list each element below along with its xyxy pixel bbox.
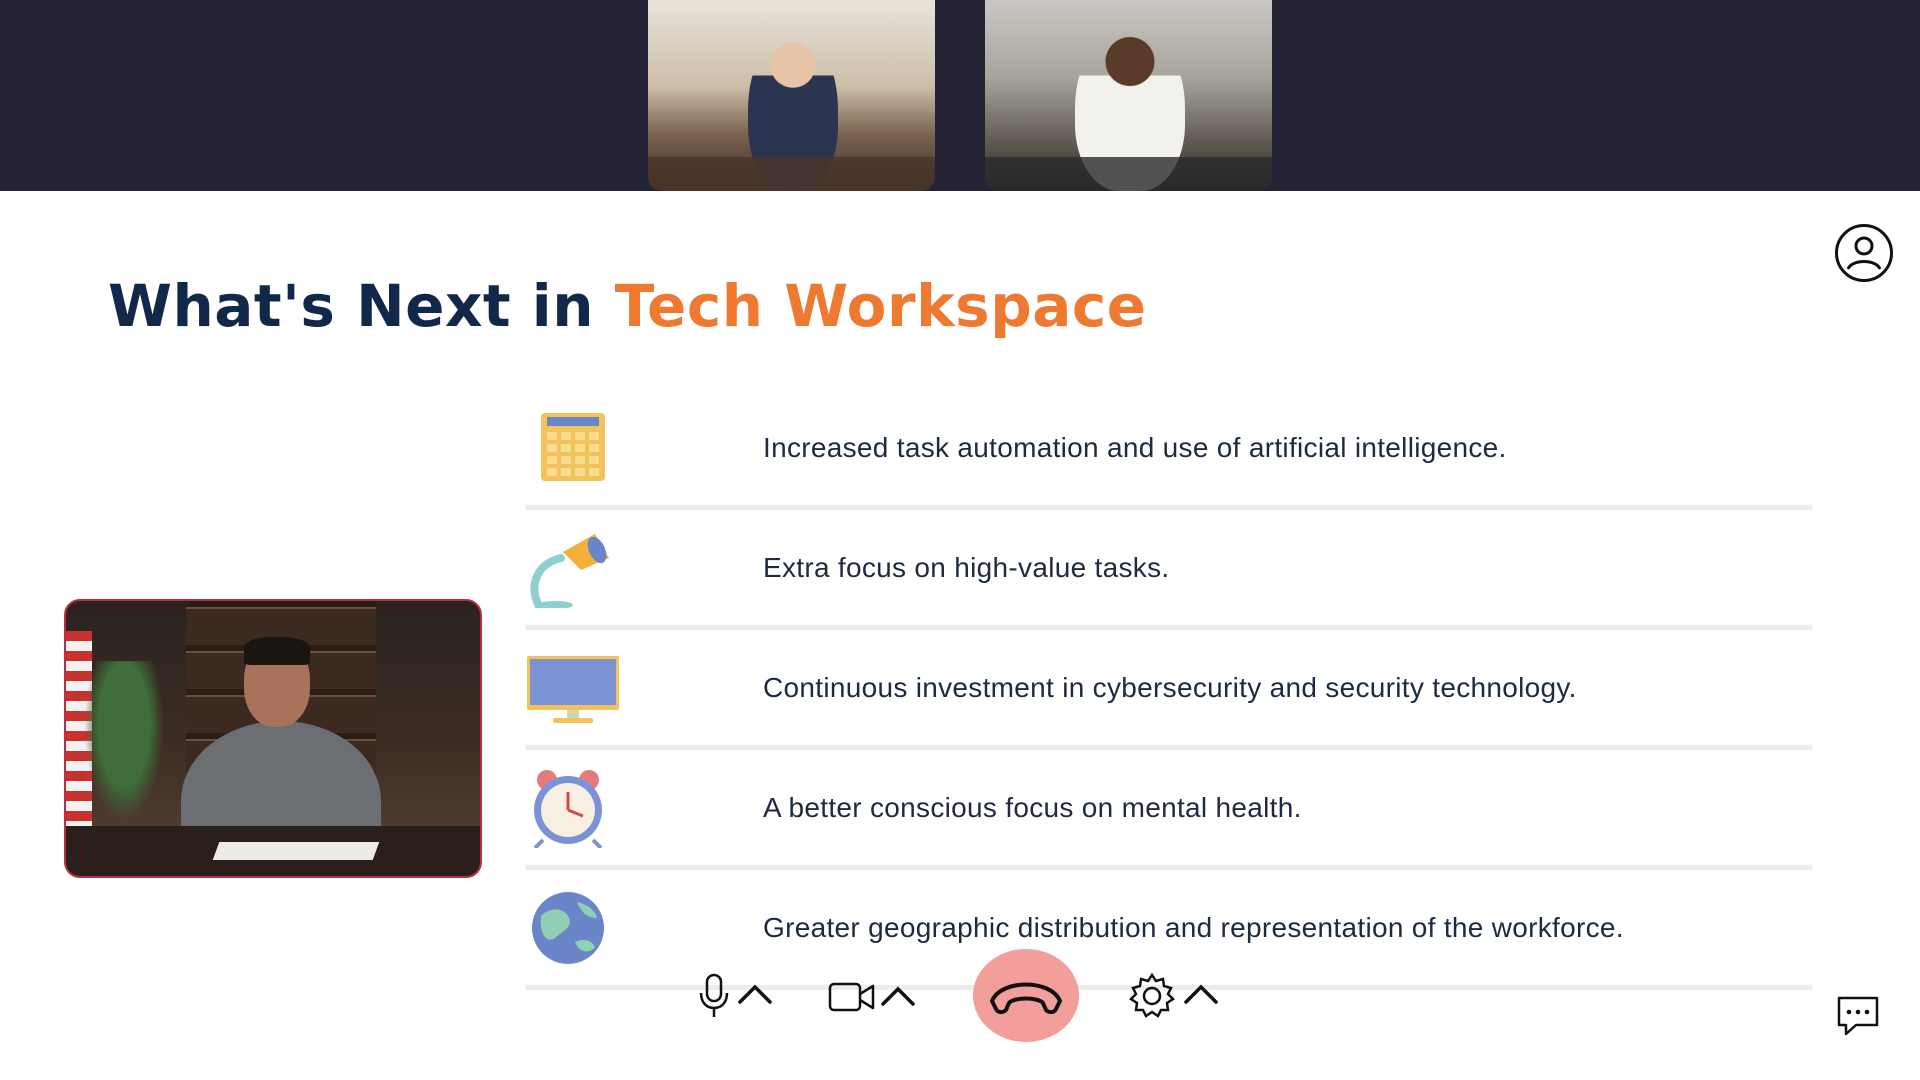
- list-item-text: Extra focus on high-value tasks.: [763, 551, 1170, 583]
- list-item: A better conscious focus on mental healt…: [525, 750, 1813, 870]
- participant-video-woman[interactable]: [985, 0, 1272, 191]
- participant-strip: [0, 0, 1920, 191]
- list-item-text: A better conscious focus on mental healt…: [763, 791, 1302, 823]
- gear-icon[interactable]: [1128, 972, 1176, 1020]
- list-item: Extra focus on high-value tasks.: [525, 510, 1813, 630]
- video-camera-icon[interactable]: [828, 980, 876, 1014]
- desk-lamp-icon: [530, 534, 609, 608]
- camera-options-chevron-icon[interactable]: [880, 985, 916, 1007]
- microphone-icon[interactable]: [698, 973, 730, 1019]
- globe-icon: [532, 892, 604, 964]
- monitor-icon: [527, 656, 619, 723]
- user-profile-button[interactable]: [1835, 224, 1893, 282]
- alarm-clock-icon: [533, 770, 603, 848]
- slide-title: What's Next in Tech Workspace: [108, 272, 1147, 340]
- list-item-text: Continuous investment in cybersecurity a…: [763, 671, 1577, 703]
- list-item: Increased task automation and use of art…: [525, 390, 1813, 510]
- participant-video-elderly-man[interactable]: [648, 0, 935, 191]
- mic-options-chevron-icon[interactable]: [737, 983, 773, 1005]
- slide-title-main: What's Next in: [108, 272, 615, 340]
- list-item-text: Increased task automation and use of art…: [763, 431, 1507, 463]
- plant: [84, 661, 164, 821]
- settings-options-chevron-icon[interactable]: [1183, 983, 1219, 1005]
- list-item-text: Greater geographic distribution and repr…: [763, 911, 1624, 943]
- papers: [212, 842, 380, 860]
- participant-desk: [985, 157, 1272, 191]
- slide-title-accent: Tech Workspace: [614, 272, 1147, 340]
- chat-icon[interactable]: [1836, 995, 1880, 1037]
- presenter-video[interactable]: [64, 599, 482, 878]
- calculator-icon: [541, 413, 605, 481]
- end-call-button[interactable]: [973, 949, 1079, 1042]
- end-call-icon: [990, 982, 1062, 1015]
- user-icon: [1846, 236, 1882, 270]
- participant-desk: [648, 157, 935, 191]
- presenter-hair: [244, 637, 310, 665]
- list-item: Continuous investment in cybersecurity a…: [525, 630, 1813, 750]
